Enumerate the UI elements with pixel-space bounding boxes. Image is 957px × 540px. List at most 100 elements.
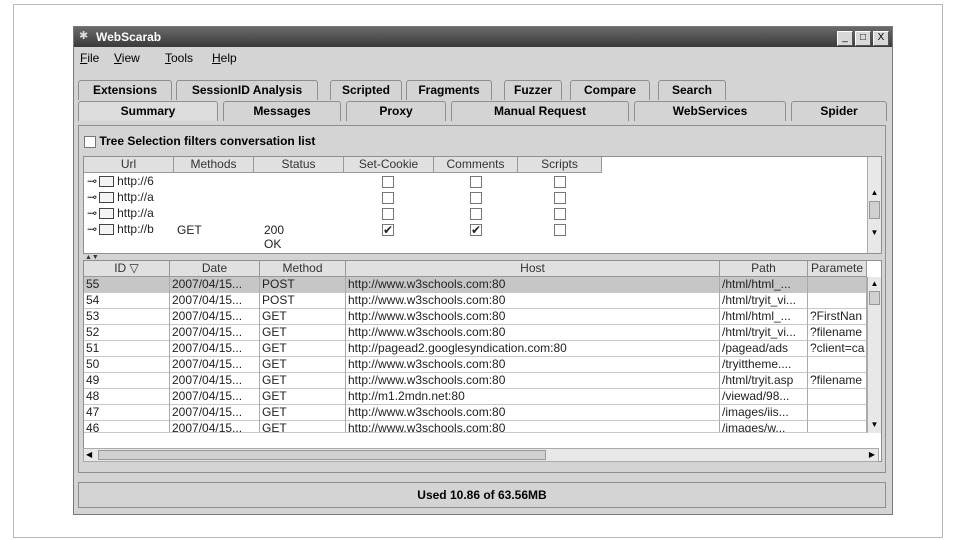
maximize-button[interactable]: □ — [855, 31, 871, 46]
folder-icon — [99, 224, 115, 236]
tree-header-set-cookie[interactable]: Set-Cookie — [344, 157, 434, 173]
cell-method: GET — [260, 309, 346, 325]
tab-row-lower: Summary Messages Proxy Manual Request We… — [78, 101, 887, 121]
table-row[interactable]: 52 2007/04/15... GET http://www.w3school… — [84, 325, 867, 341]
cell-id: 48 — [84, 389, 170, 405]
tree-node-url: ⊸ http://6 — [87, 174, 154, 188]
minimize-button[interactable]: _ — [837, 31, 853, 46]
tab-extensions[interactable]: Extensions — [78, 80, 172, 100]
cell-path: /images/iis... — [720, 405, 808, 421]
tab-sessionid-analysis[interactable]: SessionID Analysis — [176, 80, 318, 100]
table-row[interactable]: 46 2007/04/15... GET http://www.w3school… — [84, 421, 867, 433]
cell-method: POST — [260, 293, 346, 309]
tree-node-url: ⊸ http://a — [87, 206, 154, 220]
cell-params — [808, 293, 867, 309]
cell-path: /html/html_... — [720, 309, 808, 325]
menu-view[interactable]: View — [114, 51, 140, 65]
table-row[interactable]: 51 2007/04/15... GET http://pagead2.goog… — [84, 341, 867, 357]
scroll-thumb[interactable] — [869, 201, 880, 219]
header-parameters[interactable]: Paramete — [808, 261, 867, 277]
cell-params: ?client=ca — [808, 341, 867, 357]
tab-scripted[interactable]: Scripted — [330, 80, 402, 100]
horizontal-scroll-thumb[interactable] — [98, 450, 546, 460]
scroll-right-icon[interactable]: ▶ — [869, 449, 875, 461]
tree-vertical-scrollbar[interactable]: ▲ ▼ — [867, 157, 881, 253]
comments-checkbox — [470, 176, 482, 188]
url-tree-table: Url Methods Status Set-Cookie Comments S… — [83, 156, 882, 254]
tab-webservices[interactable]: WebServices — [634, 101, 786, 121]
tab-summary[interactable]: Summary — [78, 101, 218, 121]
scroll-left-icon[interactable]: ◀ — [86, 449, 92, 461]
scroll-up-icon[interactable]: ▲ — [869, 278, 880, 290]
cell-params: ?filename — [808, 325, 867, 341]
cell-path: /viewad/98... — [720, 389, 808, 405]
tab-compare[interactable]: Compare — [570, 80, 650, 100]
cell-params — [808, 357, 867, 373]
tree-filter-toggle[interactable]: Tree Selection filters conversation list — [84, 134, 315, 148]
webscarab-window: ✱ WebScarab _ □ X File View Tools Help Ext… — [73, 26, 893, 515]
table-vertical-scrollbar[interactable]: ▲ ▼ — [867, 277, 881, 433]
tree-node-url: ⊸ http://b — [87, 222, 154, 236]
cell-host: http://www.w3schools.com:80 — [346, 309, 720, 325]
cell-method: GET — [260, 373, 346, 389]
tab-search[interactable]: Search — [658, 80, 726, 100]
comments-checkbox-checked: ✔ — [470, 223, 482, 237]
tree-filter-checkbox[interactable] — [84, 135, 96, 148]
scripts-checkbox — [554, 208, 566, 220]
tree-header-status[interactable]: Status — [254, 157, 344, 173]
tab-proxy[interactable]: Proxy — [346, 101, 446, 121]
cell-date: 2007/04/15... — [170, 389, 260, 405]
table-row[interactable]: 49 2007/04/15... GET http://www.w3school… — [84, 373, 867, 389]
tab-manual-request[interactable]: Manual Request — [451, 101, 629, 121]
table-row[interactable]: 50 2007/04/15... GET http://www.w3school… — [84, 357, 867, 373]
tree-header-comments[interactable]: Comments — [434, 157, 518, 173]
cell-host: http://www.w3schools.com:80 — [346, 325, 720, 341]
tab-spider[interactable]: Spider — [791, 101, 887, 121]
menu-file[interactable]: File — [80, 51, 99, 65]
cell-host: http://www.w3schools.com:80 — [346, 357, 720, 373]
tab-messages[interactable]: Messages — [223, 101, 341, 121]
scroll-down-icon[interactable]: ▼ — [869, 419, 880, 431]
app-icon: ✱ — [79, 30, 89, 42]
cell-date: 2007/04/15... — [170, 357, 260, 373]
cell-method: POST — [260, 277, 346, 293]
tree-header-scripts[interactable]: Scripts — [518, 157, 602, 173]
tab-fragments[interactable]: Fragments — [406, 80, 492, 100]
table-row[interactable]: 54 2007/04/15... POST http://www.w3schoo… — [84, 293, 867, 309]
tree-header-url[interactable]: Url — [84, 157, 174, 173]
table-row[interactable]: 55 2007/04/15... POST http://www.w3schoo… — [84, 277, 867, 293]
cell-path: /html/tryit.asp — [720, 373, 808, 389]
set-cookie-checkbox-checked: ✔ — [382, 223, 394, 237]
scroll-up-icon[interactable]: ▲ — [869, 187, 880, 199]
cell-host: http://www.w3schools.com:80 — [346, 405, 720, 421]
cell-id: 52 — [84, 325, 170, 341]
set-cookie-checkbox — [382, 192, 394, 204]
title-bar[interactable]: ✱ WebScarab _ □ X — [74, 27, 892, 47]
cell-params — [808, 405, 867, 421]
tree-header-methods[interactable]: Methods — [174, 157, 254, 173]
tab-fuzzer[interactable]: Fuzzer — [504, 80, 562, 100]
scroll-down-icon[interactable]: ▼ — [869, 227, 880, 239]
header-id[interactable]: ID ▽ — [84, 261, 170, 277]
header-host[interactable]: Host — [346, 261, 720, 277]
table-row[interactable]: 47 2007/04/15... GET http://www.w3school… — [84, 405, 867, 421]
menu-help[interactable]: Help — [212, 51, 237, 65]
table-row[interactable]: 48 2007/04/15... GET http://m1.2mdn.net:… — [84, 389, 867, 405]
cell-method: GET — [260, 341, 346, 357]
menu-tools[interactable]: Tools — [165, 51, 193, 65]
header-path[interactable]: Path — [720, 261, 808, 277]
table-horizontal-scrollbar[interactable]: ◀ ▶ — [83, 448, 879, 462]
header-method[interactable]: Method — [260, 261, 346, 277]
cell-date: 2007/04/15... — [170, 405, 260, 421]
cell-params: ?FirstNan — [808, 309, 867, 325]
header-date[interactable]: Date — [170, 261, 260, 277]
cell-method: GET — [260, 357, 346, 373]
cell-date: 2007/04/15... — [170, 421, 260, 432]
cell-date: 2007/04/15... — [170, 325, 260, 341]
scroll-thumb[interactable] — [869, 291, 880, 305]
cell-path: /html/html_... — [720, 277, 808, 293]
close-button[interactable]: X — [873, 31, 889, 46]
cell-date: 2007/04/15... — [170, 309, 260, 325]
table-row[interactable]: 53 2007/04/15... GET http://www.w3school… — [84, 309, 867, 325]
cell-id: 47 — [84, 405, 170, 421]
